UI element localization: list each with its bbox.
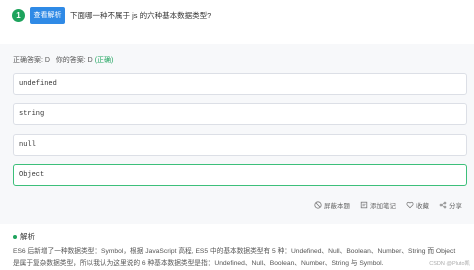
add-note-label: 添加笔记 xyxy=(370,203,396,210)
hide-question-label: 屏蔽本题 xyxy=(324,203,350,210)
answer-summary: 正确答案: D 你的答案: D (正确) xyxy=(13,55,113,65)
question-text: 下面哪一种不属于 js 的六种基本数据类型? xyxy=(70,11,212,20)
option-b[interactable]: string xyxy=(13,103,467,125)
answer-status: (正确) xyxy=(94,57,114,64)
share-icon xyxy=(439,201,447,209)
option-a[interactable]: undefined xyxy=(13,73,467,95)
bullet-dot-icon xyxy=(13,234,17,239)
add-note-button[interactable]: 添加笔记 xyxy=(360,200,396,210)
heart-icon xyxy=(406,201,414,209)
analysis-line-1: ES6 后新增了一种数据类型：Symbol，根据 JavaScript 高程, … xyxy=(13,248,456,255)
view-analysis-button[interactable]: 查看解析 xyxy=(30,7,65,24)
option-d[interactable]: Object xyxy=(13,164,467,186)
watermark: CSDN @Pluto凯 xyxy=(429,261,470,267)
hide-question-button[interactable]: 屏蔽本题 xyxy=(314,200,350,210)
correct-answer: 正确答案: D xyxy=(13,57,50,64)
your-answer: 你的答案: D xyxy=(55,57,93,64)
analysis-body: ES6 后新增了一种数据类型：Symbol，根据 JavaScript 高程, … xyxy=(13,246,469,269)
analysis-heading: 解析 xyxy=(13,231,35,242)
favorite-button[interactable]: 收藏 xyxy=(406,200,429,210)
question-actions: 屏蔽本题 添加笔记 收藏 分享 xyxy=(314,199,462,211)
question-header: 1 查看解析 下面哪一种不属于 js 的六种基本数据类型? xyxy=(0,0,474,34)
share-button[interactable]: 分享 xyxy=(439,200,462,210)
share-label: 分享 xyxy=(449,203,462,210)
edit-note-icon xyxy=(360,201,368,209)
block-icon xyxy=(314,201,322,209)
favorite-label: 收藏 xyxy=(416,203,429,210)
analysis-line-2: 是属于复杂数据类型，所以我认为这里说的 6 种基本数据类型是指：Undefine… xyxy=(13,259,384,267)
analysis-title: 解析 xyxy=(20,232,35,241)
option-c[interactable]: null xyxy=(13,134,467,156)
question-number-badge: 1 xyxy=(12,9,25,22)
